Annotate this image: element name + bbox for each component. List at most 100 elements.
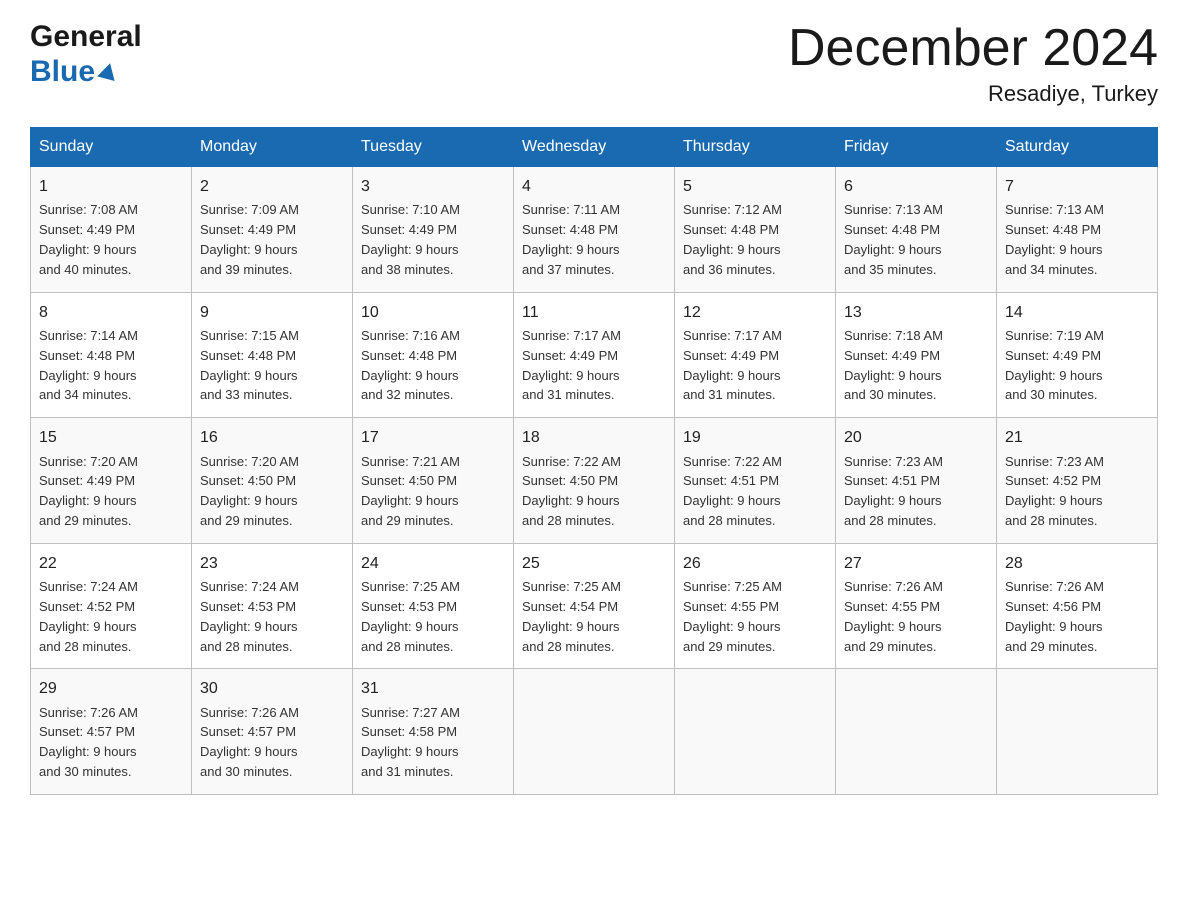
calendar-cell: 28Sunrise: 7:26 AMSunset: 4:56 PMDayligh… — [997, 543, 1158, 669]
header-day-thursday: Thursday — [675, 128, 836, 167]
calendar-cell — [836, 669, 997, 795]
day-number: 6 — [844, 175, 988, 198]
day-number: 25 — [522, 552, 666, 575]
day-number: 8 — [39, 301, 183, 324]
logo-triangle-icon — [97, 61, 119, 81]
daylight-text: Daylight: 9 hoursand 35 minutes. — [844, 242, 942, 277]
sunrise-text: Sunrise: 7:14 AM — [39, 328, 138, 343]
calendar-cell: 18Sunrise: 7:22 AMSunset: 4:50 PMDayligh… — [514, 418, 675, 544]
calendar-cell: 5Sunrise: 7:12 AMSunset: 4:48 PMDaylight… — [675, 167, 836, 293]
header-day-tuesday: Tuesday — [353, 128, 514, 167]
title-block: December 2024 Resadiye, Turkey — [788, 20, 1158, 107]
calendar-cell — [997, 669, 1158, 795]
calendar-cell: 25Sunrise: 7:25 AMSunset: 4:54 PMDayligh… — [514, 543, 675, 669]
daylight-text: Daylight: 9 hoursand 29 minutes. — [1005, 619, 1103, 654]
daylight-text: Daylight: 9 hoursand 28 minutes. — [683, 493, 781, 528]
header-day-sunday: Sunday — [31, 128, 192, 167]
sunset-text: Sunset: 4:50 PM — [522, 473, 618, 488]
day-number: 18 — [522, 426, 666, 449]
daylight-text: Daylight: 9 hoursand 34 minutes. — [39, 368, 137, 403]
sunset-text: Sunset: 4:52 PM — [1005, 473, 1101, 488]
calendar-cell: 15Sunrise: 7:20 AMSunset: 4:49 PMDayligh… — [31, 418, 192, 544]
calendar-cell: 17Sunrise: 7:21 AMSunset: 4:50 PMDayligh… — [353, 418, 514, 544]
calendar-cell: 11Sunrise: 7:17 AMSunset: 4:49 PMDayligh… — [514, 292, 675, 418]
day-number: 13 — [844, 301, 988, 324]
daylight-text: Daylight: 9 hoursand 31 minutes. — [522, 368, 620, 403]
calendar-cell: 10Sunrise: 7:16 AMSunset: 4:48 PMDayligh… — [353, 292, 514, 418]
day-number: 22 — [39, 552, 183, 575]
sunset-text: Sunset: 4:48 PM — [844, 222, 940, 237]
sunrise-text: Sunrise: 7:13 AM — [844, 202, 943, 217]
day-number: 23 — [200, 552, 344, 575]
sunset-text: Sunset: 4:49 PM — [39, 473, 135, 488]
sunset-text: Sunset: 4:49 PM — [200, 222, 296, 237]
daylight-text: Daylight: 9 hoursand 34 minutes. — [1005, 242, 1103, 277]
sunrise-text: Sunrise: 7:08 AM — [39, 202, 138, 217]
sunrise-text: Sunrise: 7:24 AM — [200, 579, 299, 594]
sunrise-text: Sunrise: 7:20 AM — [39, 454, 138, 469]
daylight-text: Daylight: 9 hoursand 28 minutes. — [844, 493, 942, 528]
day-number: 2 — [200, 175, 344, 198]
sunset-text: Sunset: 4:55 PM — [683, 599, 779, 614]
sunset-text: Sunset: 4:50 PM — [361, 473, 457, 488]
sunset-text: Sunset: 4:50 PM — [200, 473, 296, 488]
calendar-cell: 30Sunrise: 7:26 AMSunset: 4:57 PMDayligh… — [192, 669, 353, 795]
sunrise-text: Sunrise: 7:17 AM — [683, 328, 782, 343]
calendar-table: SundayMondayTuesdayWednesdayThursdayFrid… — [30, 127, 1158, 795]
calendar-cell — [514, 669, 675, 795]
day-number: 24 — [361, 552, 505, 575]
logo-blue: Blue — [30, 55, 142, 90]
calendar-cell: 3Sunrise: 7:10 AMSunset: 4:49 PMDaylight… — [353, 167, 514, 293]
day-number: 21 — [1005, 426, 1149, 449]
daylight-text: Daylight: 9 hoursand 31 minutes. — [361, 744, 459, 779]
daylight-text: Daylight: 9 hoursand 29 minutes. — [844, 619, 942, 654]
daylight-text: Daylight: 9 hoursand 28 minutes. — [522, 493, 620, 528]
sunrise-text: Sunrise: 7:09 AM — [200, 202, 299, 217]
calendar-week-3: 15Sunrise: 7:20 AMSunset: 4:49 PMDayligh… — [31, 418, 1158, 544]
sunrise-text: Sunrise: 7:10 AM — [361, 202, 460, 217]
sunset-text: Sunset: 4:56 PM — [1005, 599, 1101, 614]
calendar-cell: 1Sunrise: 7:08 AMSunset: 4:49 PMDaylight… — [31, 167, 192, 293]
sunset-text: Sunset: 4:58 PM — [361, 724, 457, 739]
calendar-week-5: 29Sunrise: 7:26 AMSunset: 4:57 PMDayligh… — [31, 669, 1158, 795]
logo: General Blue — [30, 20, 142, 89]
sunset-text: Sunset: 4:48 PM — [39, 348, 135, 363]
daylight-text: Daylight: 9 hoursand 30 minutes. — [844, 368, 942, 403]
day-number: 20 — [844, 426, 988, 449]
calendar-cell: 20Sunrise: 7:23 AMSunset: 4:51 PMDayligh… — [836, 418, 997, 544]
sunrise-text: Sunrise: 7:26 AM — [844, 579, 943, 594]
sunrise-text: Sunrise: 7:23 AM — [844, 454, 943, 469]
daylight-text: Daylight: 9 hoursand 28 minutes. — [361, 619, 459, 654]
day-number: 27 — [844, 552, 988, 575]
month-title: December 2024 — [788, 20, 1158, 77]
sunrise-text: Sunrise: 7:19 AM — [1005, 328, 1104, 343]
sunset-text: Sunset: 4:49 PM — [39, 222, 135, 237]
daylight-text: Daylight: 9 hoursand 39 minutes. — [200, 242, 298, 277]
day-number: 3 — [361, 175, 505, 198]
calendar-cell: 16Sunrise: 7:20 AMSunset: 4:50 PMDayligh… — [192, 418, 353, 544]
daylight-text: Daylight: 9 hoursand 29 minutes. — [200, 493, 298, 528]
sunrise-text: Sunrise: 7:18 AM — [844, 328, 943, 343]
calendar-cell: 9Sunrise: 7:15 AMSunset: 4:48 PMDaylight… — [192, 292, 353, 418]
sunset-text: Sunset: 4:55 PM — [844, 599, 940, 614]
sunrise-text: Sunrise: 7:16 AM — [361, 328, 460, 343]
calendar-cell: 31Sunrise: 7:27 AMSunset: 4:58 PMDayligh… — [353, 669, 514, 795]
daylight-text: Daylight: 9 hoursand 28 minutes. — [200, 619, 298, 654]
sunrise-text: Sunrise: 7:15 AM — [200, 328, 299, 343]
header-day-wednesday: Wednesday — [514, 128, 675, 167]
daylight-text: Daylight: 9 hoursand 28 minutes. — [1005, 493, 1103, 528]
calendar-cell: 19Sunrise: 7:22 AMSunset: 4:51 PMDayligh… — [675, 418, 836, 544]
sunset-text: Sunset: 4:49 PM — [683, 348, 779, 363]
header-day-monday: Monday — [192, 128, 353, 167]
sunrise-text: Sunrise: 7:24 AM — [39, 579, 138, 594]
daylight-text: Daylight: 9 hoursand 32 minutes. — [361, 368, 459, 403]
sunrise-text: Sunrise: 7:13 AM — [1005, 202, 1104, 217]
daylight-text: Daylight: 9 hoursand 30 minutes. — [200, 744, 298, 779]
sunrise-text: Sunrise: 7:27 AM — [361, 705, 460, 720]
daylight-text: Daylight: 9 hoursand 29 minutes. — [39, 493, 137, 528]
day-number: 19 — [683, 426, 827, 449]
sunset-text: Sunset: 4:48 PM — [200, 348, 296, 363]
sunrise-text: Sunrise: 7:25 AM — [683, 579, 782, 594]
daylight-text: Daylight: 9 hoursand 38 minutes. — [361, 242, 459, 277]
sunrise-text: Sunrise: 7:25 AM — [522, 579, 621, 594]
